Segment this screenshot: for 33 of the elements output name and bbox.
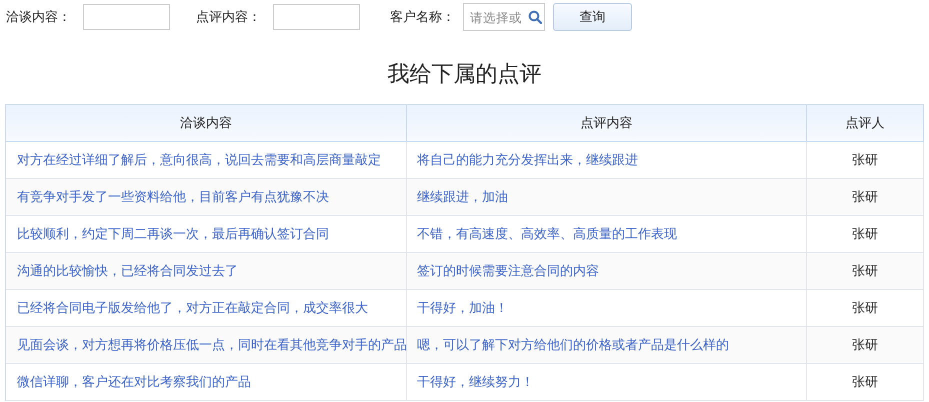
table-cell: 张研 <box>807 179 924 215</box>
table-cell: 嗯，可以了解下对方给他们的价格或者产品是什么样的 <box>407 327 807 363</box>
table-cell: 签订的时候需要注意合同的内容 <box>407 253 807 289</box>
table-cell: 张研 <box>807 253 924 289</box>
field-label: 客户名称： <box>390 9 455 26</box>
field-label: 点评内容： <box>196 9 261 26</box>
customer-field[interactable]: 请选择或 <box>463 3 545 31</box>
query-button[interactable]: 查询 <box>553 3 632 31</box>
table-cell: 比较顺利，约定下周二再谈一次，最后再确认签订合同 <box>6 216 407 252</box>
table-cell: 张研 <box>807 216 924 252</box>
input-field[interactable] <box>273 4 360 30</box>
search-icon[interactable] <box>528 10 542 24</box>
column-header: 点评内容 <box>407 105 807 141</box>
table-cell: 张研 <box>807 327 924 363</box>
table-cell: 张研 <box>807 364 924 400</box>
table-cell: 张研 <box>807 142 924 178</box>
table-cell: 不错，有高速度、高效率、高质量的工作表现 <box>407 216 807 252</box>
table-cell: 已经将合同电子版发给他了，对方正在敲定合同，成交率很大 <box>6 290 407 326</box>
table-cell: 见面会谈，对方想再将价格压低一点，同时在看其他竞争对手的产品 <box>6 327 407 363</box>
table-cell: 干得好，加油！ <box>407 290 807 326</box>
column-header: 洽谈内容 <box>6 105 407 141</box>
table-cell: 将自己的能力充分发挥出来，继续跟进 <box>407 142 807 178</box>
page-title: 我给下属的点评 <box>386 61 542 89</box>
table-cell: 有竞争对手发了一些资料给他，目前客户有点犹豫不决 <box>6 179 407 215</box>
table-cell: 微信详聊，客户还在对比考察我们的产品 <box>6 364 407 400</box>
table-cell: 干得好，继续努力！ <box>407 364 807 400</box>
field-label: 洽谈内容： <box>6 9 71 26</box>
table-cell: 继续跟进，加油 <box>407 179 807 215</box>
column-header: 点评人 <box>807 105 924 141</box>
table-cell: 张研 <box>807 290 924 326</box>
table-cell: 对方在经过详细了解后，意向很高，说回去需要和高层商量敲定 <box>6 142 407 178</box>
input-field[interactable] <box>83 4 170 30</box>
table-cell: 沟通的比较愉快，已经将合同发过去了 <box>6 253 407 289</box>
